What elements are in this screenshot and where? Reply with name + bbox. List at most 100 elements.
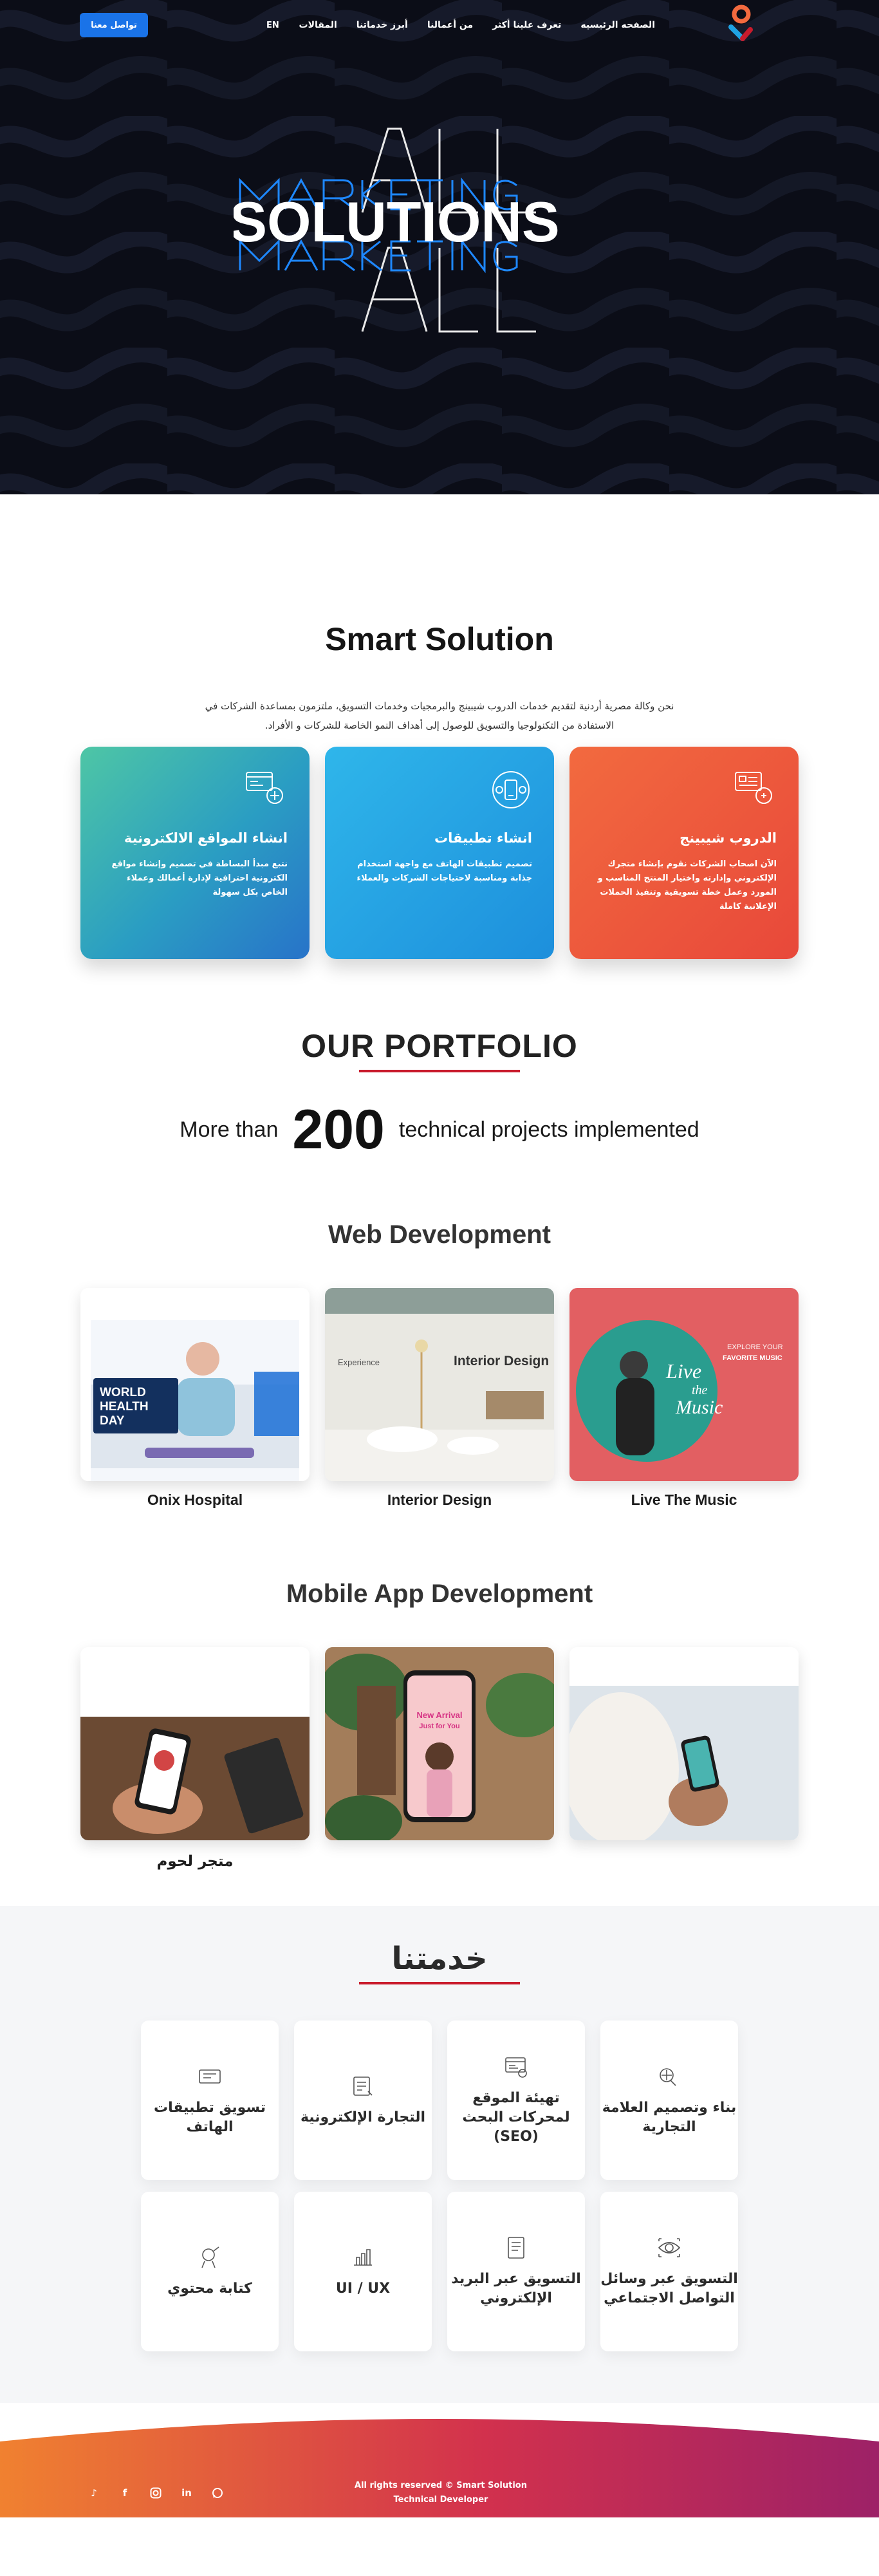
card-title: انشاء المواقع الالكترونية — [124, 830, 288, 846]
project-name: متجر لحوم — [156, 1853, 234, 1870]
service-label: التسويق عبر وسائل التواصل الاجتماعي — [600, 2271, 738, 2306]
project-card[interactable]: Interior Design Experience Interior Desi… — [325, 1288, 554, 1509]
footer-curve — [0, 2403, 879, 2441]
hero-marketing-solutions-art: SOLUTIONS — [234, 127, 560, 333]
project-name: Live The Music — [631, 1491, 737, 1508]
social-media-icon — [658, 2238, 681, 2257]
portfolio-underline — [359, 1070, 520, 1072]
portfolio-section: OUR PORTFOLIO More than 200 technical pr… — [0, 959, 879, 1870]
services-title: خدمتنا — [391, 1941, 488, 1977]
nav-item-articles[interactable]: المقالات — [299, 20, 337, 30]
ecommerce-icon — [353, 2077, 373, 2096]
copyright-text: All rights reserved © Smart Solution Tec… — [355, 2481, 527, 2505]
service-label: التجارة الإلكترونية — [300, 2109, 426, 2125]
service-card[interactable]: التجارة الإلكترونية — [294, 2021, 432, 2180]
project-card[interactable]: New Arrival Just for You — [325, 1647, 554, 1870]
nav-menu: الصفحه الرئيسيه تعرف علينا أكثر من أعمال… — [299, 13, 655, 37]
thumb-text: DAY — [100, 1414, 125, 1428]
contact-us-button[interactable]: تواصل معنا — [80, 13, 148, 37]
content-writing-icon — [201, 2246, 219, 2268]
services-underline — [359, 1982, 520, 1984]
service-label: التسويق عبر البريد الإلكتروني — [451, 2271, 581, 2306]
brand-logo[interactable] — [725, 4, 757, 44]
card-websites[interactable]: انشاء المواقع الالكترونية نتبع مبدأ البس… — [80, 747, 310, 959]
project-thumbnail-interior[interactable]: Interior Design Experience — [325, 1288, 554, 1481]
project-thumbnail-meat-store[interactable] — [80, 1647, 310, 1840]
card-text: نتبع مبدأ البساطة في تصميم وإنشاء مواقع … — [111, 859, 288, 897]
brand-icon — [660, 2068, 676, 2086]
web-projects-grid: WORLD HEALTH DAY Onix Hospital Interior … — [80, 1288, 799, 1509]
card-apps[interactable]: انشاء تطبيقات تصميم تطبيقات الهاتف مع وا… — [325, 747, 554, 959]
project-thumbnail-music[interactable]: Live the Music EXPLORE YOUR FAVORITE MUS… — [569, 1288, 799, 1481]
thumb-text: EXPLORE YOUR — [727, 1343, 783, 1351]
services-grid: بناء وتصميم العلامة التجارية تهيئة الموق… — [141, 2021, 738, 2351]
project-thumbnail-fashion-app[interactable]: New Arrival Just for You — [325, 1647, 554, 1840]
project-card[interactable]: متجر لحوم — [80, 1647, 310, 1870]
thumb-text: the — [692, 1383, 708, 1397]
card-text: تصميم تطبيقات الهاتف مع واجهة استخدام جذ… — [356, 859, 533, 883]
project-card[interactable]: WORLD HEALTH DAY Onix Hospital — [80, 1288, 310, 1509]
smart-solution-description: نحن وكالة مصرية أردنية لتقديم خدمات الدر… — [205, 700, 674, 731]
hero-headline: SOLUTIONS — [234, 190, 560, 254]
service-cards: الدروب شيبينج الآن اصحاب الشركات نقوم بإ… — [80, 747, 799, 959]
seo-icon — [505, 2057, 527, 2078]
card-title: الدروب شيبينج — [680, 830, 777, 846]
nav-item-services[interactable]: أبرز خدماتنا — [356, 20, 408, 30]
tiktok-icon[interactable]: ♪ — [86, 2485, 102, 2501]
footer: ♪ f in All rights reserved © Smart Solut… — [0, 2403, 879, 2517]
web-development-title: Web Development — [328, 1220, 551, 1249]
projects-count-suffix: technical projects implemented — [398, 1117, 699, 1142]
project-card[interactable]: Live the Music EXPLORE YOUR FAVORITE MUS… — [569, 1288, 799, 1509]
service-label: تسويق تطبيقات الهاتف — [153, 2100, 266, 2135]
linkedin-icon[interactable]: in — [179, 2485, 194, 2501]
projects-count-prefix: More than — [180, 1117, 279, 1142]
thumb-text: Just for You — [419, 1722, 459, 1730]
instagram-icon[interactable] — [148, 2485, 163, 2501]
hero-section: تواصل معنا EN الصفحه الرئيسيه تعرف علينا… — [0, 0, 879, 494]
projects-count-number: 200 — [292, 1099, 385, 1161]
project-thumbnail-onix[interactable]: WORLD HEALTH DAY — [80, 1288, 310, 1481]
card-dropshipping[interactable]: الدروب شيبينج الآن اصحاب الشركات نقوم بإ… — [569, 747, 799, 959]
thumb-text: New Arrival — [416, 1710, 462, 1720]
mobile-marketing-icon — [199, 2069, 221, 2084]
language-switch[interactable]: EN — [266, 13, 279, 37]
service-card[interactable]: بناء وتصميم العلامة التجارية — [600, 2021, 738, 2180]
service-card[interactable]: تسويق تطبيقات الهاتف — [141, 2021, 279, 2180]
mobile-projects-grid: متجر لحوم New Arrival Just for You — [80, 1647, 799, 1870]
nav-item-works[interactable]: من أعمالنا — [427, 20, 473, 30]
service-card[interactable]: التسويق عبر وسائل التواصل الاجتماعي — [600, 2192, 738, 2351]
service-card[interactable]: كتابة محتوي — [141, 2192, 279, 2351]
project-thumbnail-mobile-app[interactable] — [569, 1647, 799, 1840]
thumb-text: WORLD — [100, 1386, 146, 1399]
smart-solution-title: Smart Solution — [325, 621, 554, 657]
project-card[interactable] — [569, 1647, 799, 1870]
projects-count-line: More than 200 technical projects impleme… — [0, 1102, 879, 1157]
service-label: بناء وتصميم العلامة التجارية — [602, 2100, 737, 2135]
service-label: UI / UX — [335, 2281, 391, 2297]
apps-icon — [492, 771, 530, 808]
nav-item-about[interactable]: تعرف علينا أكثر — [492, 20, 561, 30]
card-title: انشاء تطبيقات — [434, 830, 532, 846]
project-name: Interior Design — [387, 1491, 492, 1508]
portfolio-title: OUR PORTFOLIO — [301, 1028, 578, 1064]
service-label: كتابة محتوي — [167, 2281, 252, 2297]
website-icon — [246, 772, 283, 804]
services-section: خدمتنا بناء وتصميم العلامة التجارية تهيئ… — [0, 1906, 879, 2403]
service-card[interactable]: تهيئة الموقع لمحركات البحث (SEO) — [447, 2021, 585, 2180]
dropshipping-icon — [735, 772, 772, 804]
service-card[interactable]: UI / UX — [294, 2192, 432, 2351]
service-card[interactable]: التسويق عبر البريد الإلكتروني — [447, 2192, 585, 2351]
mobile-development-title: Mobile App Development — [286, 1580, 593, 1608]
thumb-text: Experience — [338, 1358, 380, 1367]
smart-solution-section: Smart Solution نحن وكالة مصرية أردنية لت… — [0, 494, 879, 959]
uiux-icon — [354, 2249, 372, 2266]
thumb-text: HEALTH — [100, 1400, 149, 1414]
email-icon — [508, 2237, 524, 2259]
facebook-icon[interactable]: f — [117, 2485, 133, 2501]
whatsapp-icon[interactable] — [210, 2485, 225, 2501]
thumb-text: Live — [665, 1359, 701, 1383]
social-links: ♪ f in — [86, 2485, 225, 2501]
nav-item-home[interactable]: الصفحه الرئيسيه — [580, 20, 655, 30]
thumb-text: Interior Design — [454, 1354, 549, 1368]
top-nav: تواصل معنا EN الصفحه الرئيسيه تعرف علينا… — [0, 5, 879, 41]
